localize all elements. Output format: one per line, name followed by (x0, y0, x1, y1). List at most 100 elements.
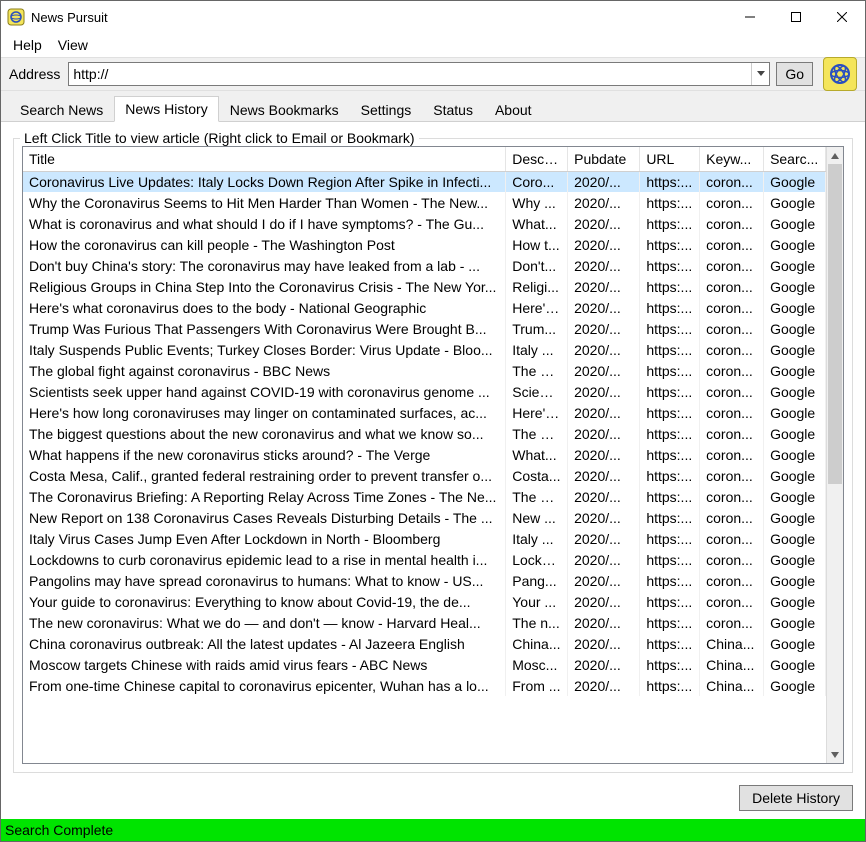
tab-search-news[interactable]: Search News (9, 97, 114, 122)
cell-pubdate: 2020/... (568, 444, 640, 465)
cell-keywords: coron... (700, 549, 764, 570)
table-row[interactable]: Scientists seek upper hand against COVID… (23, 381, 826, 402)
table-row[interactable]: Your guide to coronavirus: Everything to… (23, 591, 826, 612)
cell-title: Trump Was Furious That Passengers With C… (23, 318, 506, 339)
address-combobox[interactable] (68, 62, 770, 86)
cell-pubdate: 2020/... (568, 507, 640, 528)
table-row[interactable]: How the coronavirus can kill people - Th… (23, 234, 826, 255)
table-row[interactable]: China coronavirus outbreak: All the late… (23, 633, 826, 654)
table-row[interactable]: Here's how long coronaviruses may linger… (23, 402, 826, 423)
cell-url: https:... (640, 402, 700, 423)
table-row[interactable]: Italy Virus Cases Jump Even After Lockdo… (23, 528, 826, 549)
cell-keywords: coron... (700, 507, 764, 528)
cell-pubdate: 2020/... (568, 255, 640, 276)
app-window: News Pursuit Help View Address Go Searc (0, 0, 866, 842)
status-text: Search Complete (5, 822, 113, 838)
cell-title: Scientists seek upper hand against COVID… (23, 381, 506, 402)
col-pubdate[interactable]: Pubdate (568, 147, 640, 171)
cell-description: Scient... (506, 381, 568, 402)
cell-title: Italy Suspends Public Events; Turkey Clo… (23, 339, 506, 360)
table-row[interactable]: Coronavirus Live Updates: Italy Locks Do… (23, 171, 826, 192)
minimize-button[interactable] (727, 2, 773, 32)
cell-search: Google (764, 654, 826, 675)
cell-keywords: coron... (700, 297, 764, 318)
table-row[interactable]: The Coronavirus Briefing: A Reporting Re… (23, 486, 826, 507)
menu-help[interactable]: Help (7, 35, 48, 55)
cell-title: The global fight against coronavirus - B… (23, 360, 506, 381)
go-button[interactable]: Go (776, 62, 813, 86)
cell-keywords: coron... (700, 234, 764, 255)
scroll-up-icon[interactable] (827, 147, 843, 164)
tab-status[interactable]: Status (422, 97, 484, 122)
col-title[interactable]: Title (23, 147, 506, 171)
scroll-track[interactable] (827, 164, 843, 746)
cell-search: Google (764, 339, 826, 360)
cell-description: Trum... (506, 318, 568, 339)
table-row[interactable]: Don't buy China's story: The coronavirus… (23, 255, 826, 276)
col-description[interactable]: Descri... (506, 147, 568, 171)
table-row[interactable]: Why the Coronavirus Seems to Hit Men Har… (23, 192, 826, 213)
titlebar: News Pursuit (1, 1, 865, 33)
table-row[interactable]: Pangolins may have spread coronavirus to… (23, 570, 826, 591)
maximize-button[interactable] (773, 2, 819, 32)
cell-pubdate: 2020/... (568, 612, 640, 633)
status-bar: Search Complete (1, 819, 865, 841)
cell-search: Google (764, 465, 826, 486)
table-row[interactable]: Costa Mesa, Calif., granted federal rest… (23, 465, 826, 486)
cell-pubdate: 2020/... (568, 381, 640, 402)
cell-url: https:... (640, 234, 700, 255)
table-row[interactable]: Here's what coronavirus does to the body… (23, 297, 826, 318)
cell-keywords: coron... (700, 423, 764, 444)
table-row[interactable]: From one-time Chinese capital to coronav… (23, 675, 826, 696)
cell-keywords: coron... (700, 360, 764, 381)
table-legend: Left Click Title to view article (Right … (20, 130, 419, 146)
address-label: Address (9, 66, 60, 82)
cell-title: What happens if the new coronavirus stic… (23, 444, 506, 465)
table-row[interactable]: The global fight against coronavirus - B… (23, 360, 826, 381)
cell-title: Religious Groups in China Step Into the … (23, 276, 506, 297)
table-row[interactable]: The biggest questions about the new coro… (23, 423, 826, 444)
cell-search: Google (764, 633, 826, 654)
vertical-scrollbar[interactable] (826, 147, 843, 763)
tab-news-bookmarks[interactable]: News Bookmarks (219, 97, 350, 122)
cell-keywords: coron... (700, 171, 764, 192)
table-row[interactable]: What is coronavirus and what should I do… (23, 213, 826, 234)
address-input[interactable] (69, 64, 751, 84)
tab-news-history[interactable]: News History (114, 96, 218, 122)
cell-url: https:... (640, 360, 700, 381)
cell-title: Pangolins may have spread coronavirus to… (23, 570, 506, 591)
cell-pubdate: 2020/... (568, 234, 640, 255)
cell-search: Google (764, 318, 826, 339)
cell-title: How the coronavirus can kill people - Th… (23, 234, 506, 255)
cell-title: Coronavirus Live Updates: Italy Locks Do… (23, 171, 506, 192)
table-row[interactable]: Religious Groups in China Step Into the … (23, 276, 826, 297)
cell-search: Google (764, 675, 826, 696)
cell-url: https:... (640, 255, 700, 276)
cell-description: Your ... (506, 591, 568, 612)
cell-search: Google (764, 507, 826, 528)
cell-url: https:... (640, 486, 700, 507)
delete-history-button[interactable]: Delete History (739, 785, 853, 811)
table-row[interactable]: Trump Was Furious That Passengers With C… (23, 318, 826, 339)
table-row[interactable]: Lockdowns to curb coronavirus epidemic l… (23, 549, 826, 570)
tab-about[interactable]: About (484, 97, 543, 122)
cell-search: Google (764, 423, 826, 444)
app-icon (7, 8, 25, 26)
table-row[interactable]: What happens if the new coronavirus stic… (23, 444, 826, 465)
col-keywords[interactable]: Keyw... (700, 147, 764, 171)
scroll-down-icon[interactable] (827, 746, 843, 763)
menu-view[interactable]: View (52, 35, 94, 55)
table-row[interactable]: The new coronavirus: What we do — and do… (23, 612, 826, 633)
chevron-down-icon[interactable] (751, 63, 769, 85)
table-row[interactable]: New Report on 138 Coronavirus Cases Reve… (23, 507, 826, 528)
close-button[interactable] (819, 2, 865, 32)
tab-settings[interactable]: Settings (350, 97, 423, 122)
col-search[interactable]: Searc... (764, 147, 826, 171)
scroll-thumb[interactable] (828, 164, 842, 484)
table-row[interactable]: Moscow targets Chinese with raids amid v… (23, 654, 826, 675)
table-row[interactable]: Italy Suspends Public Events; Turkey Clo… (23, 339, 826, 360)
cell-url: https:... (640, 465, 700, 486)
cell-keywords: coron... (700, 192, 764, 213)
col-url[interactable]: URL (640, 147, 700, 171)
app-logo-icon (823, 57, 857, 91)
